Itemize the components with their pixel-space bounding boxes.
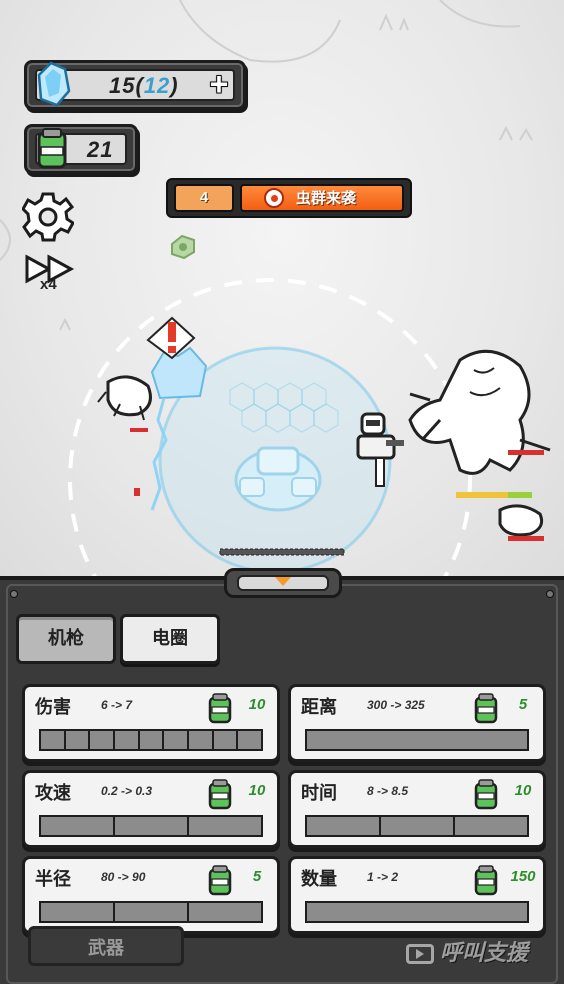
crystal-max-open: ( [135, 73, 144, 98]
progress-segment [307, 903, 527, 921]
energy-canister-icon [205, 691, 235, 729]
wave-number: 4 [174, 184, 234, 212]
add-crystal-button[interactable]: + [205, 68, 233, 100]
chevron-down-icon [275, 577, 291, 586]
progress-segment [381, 817, 455, 835]
progress-segment [189, 903, 261, 921]
energy-panel: 21 [24, 124, 138, 174]
crystal-panel: 15(12) + [24, 60, 246, 110]
battlefield: 15(12) + 21 x4 4 虫群来袭 [0, 0, 564, 580]
wave-banner: 4 虫群来袭 [166, 178, 412, 218]
upgrade-cost: 5 [518, 696, 528, 713]
progress-segment [238, 731, 262, 749]
energy-canister-icon [37, 128, 67, 169]
wall-progress [219, 548, 345, 556]
wave-title: 虫群来袭 [240, 184, 404, 212]
upgrade-name: 时间 [301, 783, 337, 804]
upgrade-name: 距离 [301, 697, 337, 718]
upgrade-card-range[interactable]: 距离 300 -> 325 5 [288, 684, 546, 762]
upgrade-name: 半径 [35, 869, 71, 890]
upgrade-change: 0.2 -> 0.3 [101, 784, 153, 798]
progress-segment [139, 731, 165, 749]
panel-rivet [10, 590, 18, 598]
energy-canister-icon [471, 777, 501, 815]
weapon-button[interactable]: 武器 [28, 926, 184, 966]
call-support-label: 呼叫支援 [440, 941, 529, 966]
progress-segment [213, 731, 239, 749]
progress-segment [307, 731, 527, 749]
panel-rivet [546, 590, 554, 598]
progress-segment [189, 817, 261, 835]
upgrade-change: 80 -> 90 [101, 870, 146, 884]
upgrade-card-count[interactable]: 数量 1 -> 2 150 [288, 856, 546, 934]
gear-icon [21, 192, 75, 242]
progress-segment [115, 903, 189, 921]
upgrade-name: 攻速 [35, 783, 71, 804]
upgrade-card-attack-speed[interactable]: 攻速 0.2 -> 0.3 10 [22, 770, 280, 848]
upgrade-progress-bar [305, 901, 529, 923]
crystal-max: 12 [143, 73, 171, 98]
enemy-bug-left [97, 375, 152, 432]
video-ad-icon [406, 944, 434, 964]
upgrade-card-radius[interactable]: 半径 80 -> 90 5 [22, 856, 280, 934]
progress-segment [65, 731, 91, 749]
speed-multiplier: x4 [40, 276, 57, 293]
progress-segment [90, 731, 116, 749]
call-support-button[interactable]: 呼叫支援 [402, 934, 558, 974]
upgrade-progress-bar [305, 815, 529, 837]
turret-base [234, 446, 322, 512]
energy-canister-icon [205, 863, 235, 901]
upgrade-change: 1 -> 2 [367, 870, 399, 884]
upgrade-cost: 5 [252, 868, 262, 885]
upgrade-cost: 10 [248, 696, 266, 713]
crystal-icon [37, 61, 71, 107]
crystal-alert [146, 316, 208, 400]
upgrade-progress-bar [39, 815, 263, 837]
upgrade-name: 数量 [301, 869, 337, 890]
progress-segment [307, 817, 381, 835]
progress-segment [41, 731, 66, 749]
progress-segment [41, 817, 115, 835]
progress-segment [189, 731, 214, 749]
bomb-icon [264, 188, 284, 208]
crystal-count: 15(12) [109, 73, 179, 99]
progress-segment [41, 903, 115, 921]
speed-toggle-button[interactable]: x4 [24, 254, 78, 298]
crystal-max-close: ) [170, 73, 179, 98]
energy-count: 21 [87, 137, 114, 162]
progress-segment [115, 731, 140, 749]
enemy-bug-right [498, 504, 544, 541]
drone [171, 234, 195, 260]
upgrade-cost: 10 [248, 782, 266, 799]
upgrade-change: 6 -> 7 [101, 698, 133, 712]
energy-canister-icon [205, 777, 235, 815]
progress-segment [115, 817, 189, 835]
progress-segment [455, 817, 527, 835]
upgrade-cost: 10 [514, 782, 532, 799]
tab-machine-gun[interactable]: 机枪 [16, 614, 116, 664]
tab-electric-coil[interactable]: 电圈 [120, 614, 220, 664]
upgrade-name: 伤害 [35, 697, 71, 718]
upgrade-change: 300 -> 325 [367, 698, 425, 712]
upgrade-progress-bar [39, 729, 263, 751]
upgrade-progress-bar [305, 729, 529, 751]
upgrade-panel: 机枪 电圈 伤害 6 -> 7 10 距离 300 -> 325 5 攻速 0.… [0, 568, 564, 984]
upgrade-change: 8 -> 8.5 [367, 784, 409, 798]
energy-canister-icon [471, 863, 501, 901]
wave-title-text: 虫群来袭 [296, 189, 357, 207]
settings-button[interactable] [21, 190, 75, 242]
crystal-current: 15 [109, 73, 136, 98]
collapse-panel-button[interactable] [224, 568, 342, 598]
upgrade-progress-bar [39, 901, 263, 923]
damage-marker [134, 488, 140, 496]
energy-canister-icon [471, 691, 501, 729]
progress-segment [164, 731, 190, 749]
upgrade-card-duration[interactable]: 时间 8 -> 8.5 10 [288, 770, 546, 848]
upgrade-cost: 150 [510, 868, 536, 885]
upgrade-card-damage[interactable]: 伤害 6 -> 7 10 [22, 684, 280, 762]
enemy-brute [408, 349, 551, 498]
